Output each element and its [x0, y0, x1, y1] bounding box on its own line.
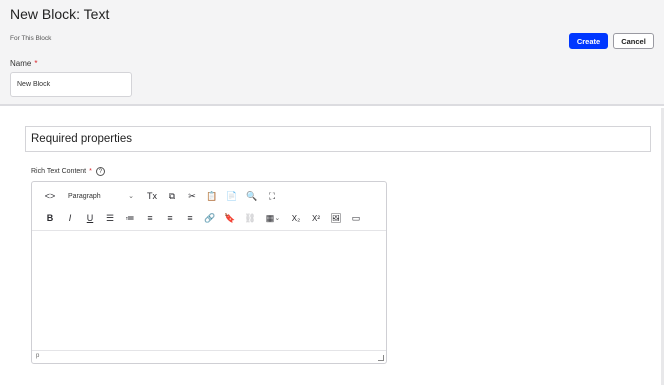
clear-format-icon[interactable]: Tx [142, 187, 162, 205]
table-icon[interactable]: ▦ ⌄ [260, 209, 286, 227]
paste-text-icon[interactable]: 📄 [222, 187, 242, 205]
copy-icon[interactable]: ⧉ [162, 187, 182, 205]
page-subtitle: For This Block [10, 35, 52, 42]
italic-icon[interactable]: I [60, 209, 80, 227]
toolbar-row-2: B I U ☰ ≔ ≡ ≡ ≡ 🔗 🔖 ⛓ ▦ ⌄ X₂ X² 🖼 ▭ [40, 209, 366, 227]
name-label: Name * [10, 59, 37, 68]
section-title: Required properties [31, 133, 133, 145]
toolbar-row-1: <> Paragraph ⌄ Tx ⧉ ✂ 📋 📄 🔍 ⛶ [40, 187, 282, 205]
fullscreen-icon[interactable]: ⛶ [262, 187, 282, 205]
page-header: New Block: Text For This Block Name* Cre… [0, 0, 664, 106]
paste-icon[interactable]: 📋 [202, 187, 222, 205]
create-button[interactable]: Create [569, 33, 608, 49]
rich-text-label-text: Rich Text Content [31, 168, 87, 175]
unlink-icon[interactable]: ⛓ [240, 209, 260, 227]
chevron-down-icon: ⌄ [128, 193, 134, 200]
format-select-value: Paragraph [68, 192, 101, 200]
image-icon[interactable]: 🖼 [326, 209, 346, 227]
table-glyph: ▦ [265, 212, 275, 223]
align-right-icon[interactable]: ≡ [180, 209, 200, 227]
superscript-icon[interactable]: X² [306, 209, 326, 227]
underline-icon[interactable]: U [80, 209, 100, 227]
bullet-list-icon[interactable]: ☰ [100, 209, 120, 227]
source-code-icon[interactable]: <> [40, 187, 60, 205]
editor-content-area[interactable] [32, 232, 386, 351]
element-path[interactable]: p [36, 353, 39, 359]
rich-text-label: Rich Text Content * ? [31, 167, 105, 176]
cut-icon[interactable]: ✂ [182, 187, 202, 205]
help-icon[interactable]: ? [95, 167, 105, 176]
cancel-button[interactable]: Cancel [613, 33, 654, 49]
bold-icon[interactable]: B [40, 209, 60, 227]
align-center-icon[interactable]: ≡ [160, 209, 180, 227]
name-input[interactable] [10, 72, 132, 97]
find-icon[interactable]: 🔍 [242, 187, 262, 205]
format-select[interactable]: Paragraph ⌄ [64, 187, 138, 205]
chevron-down-icon: ⌄ [274, 215, 281, 222]
link-icon[interactable]: 🔗 [200, 209, 220, 227]
align-left-icon[interactable]: ≡ [140, 209, 160, 227]
page-title: New Block: Text [10, 6, 110, 22]
required-marker: * [89, 168, 92, 175]
subscript-icon[interactable]: X₂ [286, 209, 306, 227]
resize-handle-icon[interactable] [378, 355, 384, 361]
media-icon[interactable]: ▭ [346, 209, 366, 227]
name-label-text: Name [10, 59, 32, 68]
rich-text-editor: <> Paragraph ⌄ Tx ⧉ ✂ 📋 📄 🔍 ⛶ B I U ☰ ≔ … [31, 181, 387, 364]
editor-toolbar: <> Paragraph ⌄ Tx ⧉ ✂ 📋 📄 🔍 ⛶ B I U ☰ ≔ … [32, 182, 386, 231]
bookmark-icon[interactable]: 🔖 [220, 209, 240, 227]
required-marker: * [34, 59, 38, 68]
required-properties-section: Required properties [25, 126, 651, 152]
numbered-list-icon[interactable]: ≔ [120, 209, 140, 227]
editor-statusbar: p [32, 350, 386, 363]
